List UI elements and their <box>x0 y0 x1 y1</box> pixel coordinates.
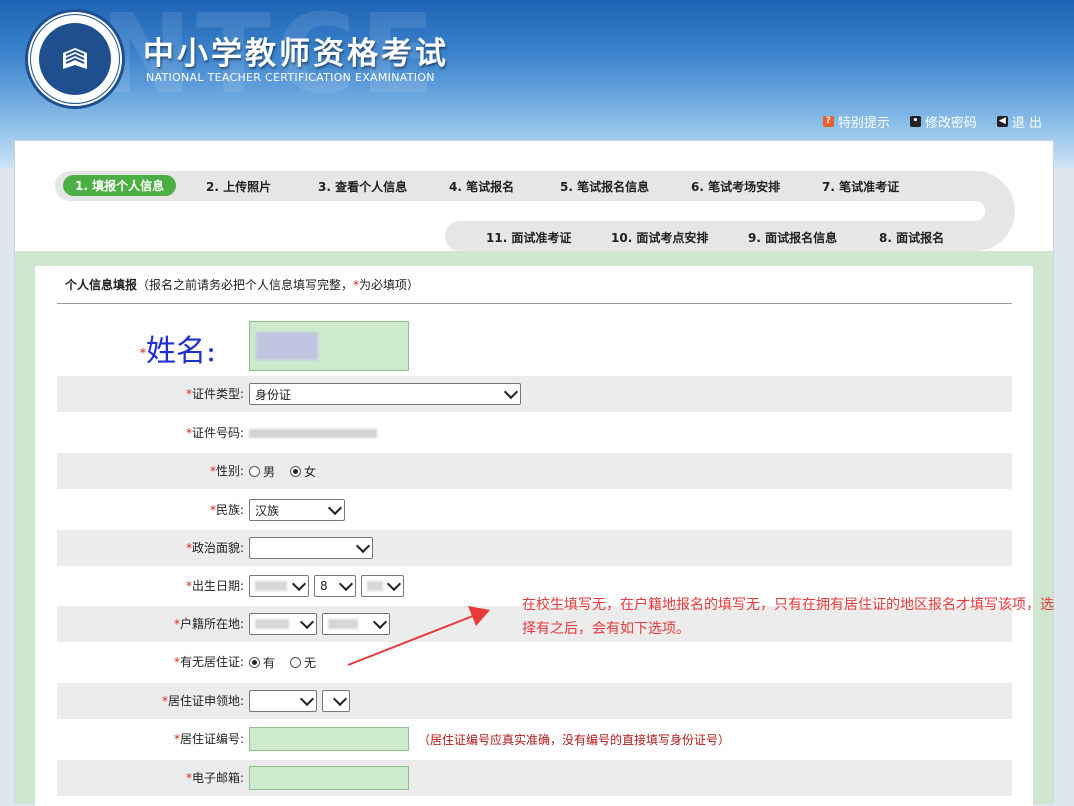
question-icon: ? <box>822 116 834 127</box>
step-11-interview-ticket[interactable]: 11. 面试准考证 <box>486 229 571 246</box>
step-2-upload-photo[interactable]: 2. 上传照片 <box>206 178 271 195</box>
residence-permit-yes-radio[interactable] <box>249 656 260 668</box>
row-political-status: *政治面貌: <box>57 530 1012 566</box>
gender-female-radio[interactable] <box>290 465 302 477</box>
step-1-fill-info[interactable]: 1. 填报个人信息 <box>63 175 177 196</box>
row-id-number: *证件号码: <box>57 415 1012 451</box>
step-8-interview-register[interactable]: 8. 面试报名 <box>879 229 944 246</box>
id-number-value-redacted <box>249 428 377 438</box>
birth-year-select[interactable] <box>249 575 309 597</box>
key-icon: • <box>909 116 921 127</box>
id-type-select[interactable]: 身份证 <box>249 383 521 405</box>
birth-month-select[interactable]: 8 <box>314 575 356 597</box>
hukou-province-select[interactable] <box>249 613 317 635</box>
chevron-down-icon <box>386 576 402 592</box>
top-links: ? 特别提示 • 修改密码 ◀ 退 出 <box>822 112 1042 131</box>
logout-link[interactable]: ◀ 退 出 <box>996 112 1042 131</box>
row-residence-permit: *有无居住证: 有 无 <box>173 655 317 670</box>
chevron-down-icon <box>299 614 315 630</box>
personal-info-form: 个人信息填报（报名之前请务必把个人信息填写完整，*为必填项） *姓名: *证件类… <box>35 266 1033 806</box>
divider <box>57 303 1012 304</box>
row-gender: *性别: 男 女 <box>57 453 1012 489</box>
exit-icon: ◀ <box>996 116 1008 127</box>
name-input[interactable] <box>249 321 409 371</box>
row-email: *电子邮箱: <box>57 760 1012 796</box>
ethnicity-select[interactable]: 汉族 <box>249 499 345 521</box>
site-subtitle: NATIONAL TEACHER CERTIFICATION EXAMINATI… <box>146 71 435 84</box>
birth-day-select[interactable] <box>361 575 404 597</box>
book-icon <box>63 48 87 69</box>
ntce-logo <box>25 9 125 109</box>
name-label: *姓名: <box>140 334 217 369</box>
chevron-down-icon <box>338 576 354 592</box>
form-intro: 个人信息填报（报名之前请务必把个人信息填写完整，*为必填项） <box>65 278 420 292</box>
row-id-type: *证件类型: 身份证 <box>57 376 1012 412</box>
annotation-arrow <box>347 606 490 666</box>
email-input[interactable] <box>249 766 409 790</box>
gender-male-radio[interactable] <box>249 465 260 477</box>
residence-permit-no-radio[interactable] <box>290 656 302 668</box>
step-5-written-info[interactable]: 5. 笔试报名信息 <box>560 178 649 195</box>
residence-permit-number-input[interactable] <box>249 727 409 751</box>
step-3-view-info[interactable]: 3. 查看个人信息 <box>318 178 407 195</box>
chevron-down-icon <box>291 576 307 592</box>
political-status-select[interactable] <box>249 537 373 559</box>
row-residence-permit-place: *居住证申领地: <box>57 683 1012 719</box>
chevron-down-icon <box>327 500 343 516</box>
permit-province-select[interactable] <box>249 690 317 712</box>
chevron-down-icon <box>355 538 371 554</box>
special-tips-link[interactable]: ? 特别提示 <box>822 112 890 131</box>
permit-city-select[interactable] <box>322 690 350 712</box>
change-password-link[interactable]: • 修改密码 <box>909 112 977 131</box>
site-title: 中小学教师资格考试 <box>143 36 449 72</box>
annotation-note: 在校生填写无，在户籍地报名的填写无，只有在拥有居住证的地区报名才填写该项，选择有… <box>522 597 1054 637</box>
row-ethnicity: *民族: 汉族 <box>57 492 1012 528</box>
step-4-written-register[interactable]: 4. 笔试报名 <box>449 178 514 195</box>
row-residence-permit-number: *居住证编号: （居住证编号应真实准确，没有编号的直接填写身份证号） <box>57 721 1012 757</box>
step-9-interview-info[interactable]: 9. 面试报名信息 <box>748 229 837 246</box>
form-area: 个人信息填报（报名之前请务必把个人信息填写完整，*为必填项） *姓名: *证件类… <box>15 251 1053 806</box>
chevron-down-icon <box>503 384 519 400</box>
chevron-down-icon <box>299 691 315 707</box>
step-6-written-room[interactable]: 6. 笔试考场安排 <box>691 178 780 195</box>
chevron-down-icon <box>332 691 348 707</box>
step-7-written-ticket[interactable]: 7. 笔试准考证 <box>822 178 899 195</box>
main-panel: 1. 填报个人信息 2. 上传照片 3. 查看个人信息 4. 笔试报名 5. 笔… <box>14 140 1054 806</box>
residence-permit-hint: （居住证编号应真实准确，没有编号的直接填写身份证号） <box>418 732 731 747</box>
step-10-interview-site[interactable]: 10. 面试考点安排 <box>611 229 708 246</box>
redacted-value <box>256 332 318 360</box>
